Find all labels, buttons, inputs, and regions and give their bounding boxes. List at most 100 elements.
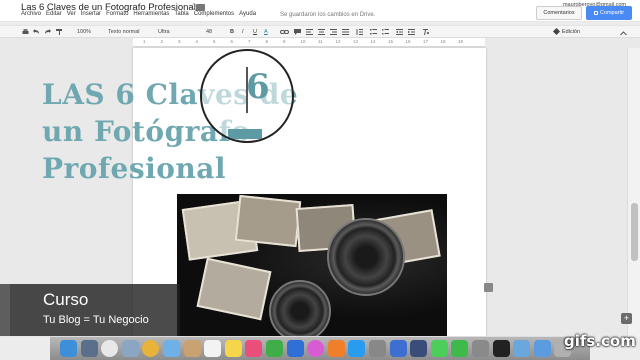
finder-icon[interactable] [60, 340, 77, 357]
appstore-icon[interactable] [348, 340, 366, 357]
facetime-icon[interactable] [451, 340, 469, 357]
underline-icon[interactable]: U [253, 27, 257, 38]
itunes-icon[interactable] [307, 340, 325, 357]
menu-ayuda[interactable]: Ayuda [239, 11, 256, 17]
italic-icon[interactable]: I [242, 27, 244, 38]
lens-large [327, 218, 405, 296]
menu-formato[interactable]: Formato [106, 11, 128, 17]
ibooks-icon[interactable] [327, 340, 345, 357]
text-color-icon[interactable]: A [264, 27, 268, 38]
decrease-indent-icon[interactable] [396, 29, 403, 35]
line-spacing-icon[interactable] [356, 29, 363, 35]
font-size-select[interactable]: 48 [206, 27, 212, 38]
scrollbar[interactable] [627, 48, 640, 337]
ruler-number: 16 [405, 39, 411, 44]
preferences-icon[interactable] [369, 340, 386, 357]
save-status[interactable]: Se guardaron los cambios en Drive. [280, 12, 375, 18]
ruler-number: 8 [265, 39, 269, 44]
justify-icon[interactable] [342, 29, 349, 35]
menu-herramientas[interactable]: Herramientas [133, 11, 169, 17]
undo-icon[interactable] [33, 29, 40, 35]
editing-mode-select[interactable]: Edición [552, 27, 580, 38]
align-right-icon[interactable] [330, 29, 337, 35]
keynote-icon[interactable] [286, 340, 304, 357]
bulleted-list-icon[interactable] [382, 29, 389, 35]
font-select[interactable]: Ultra [158, 27, 170, 38]
watermark: gifs.com [564, 332, 636, 350]
settings-icon[interactable] [472, 340, 489, 357]
launchpad-icon[interactable] [80, 340, 98, 357]
menu-editar[interactable]: Editar [46, 11, 62, 17]
ruler-number: 1 [143, 39, 146, 44]
collapse-icon[interactable] [620, 30, 627, 36]
explore-icon[interactable]: + [621, 313, 632, 324]
ruler-number: 2 [160, 39, 164, 44]
numbers-icon[interactable] [266, 340, 283, 357]
messages-icon[interactable] [430, 340, 448, 357]
increase-indent-icon[interactable] [408, 29, 415, 35]
ruler-number: 10 [300, 39, 306, 44]
menu-list: Archivo Editar Ver Insertar Formato Herr… [21, 11, 256, 17]
overlay-accent [0, 284, 10, 336]
notes-icon[interactable] [224, 340, 242, 357]
quicktime-icon[interactable] [410, 340, 428, 357]
lock-icon [593, 10, 598, 15]
photos-icon[interactable] [245, 340, 263, 357]
rocket-icon[interactable] [121, 340, 139, 357]
comment-icon[interactable] [294, 29, 301, 35]
text-cursor [246, 67, 248, 113]
contacts-icon[interactable] [183, 340, 201, 357]
ruler-number: 6 [230, 39, 234, 44]
headline-line-3[interactable]: Profesional [42, 152, 226, 185]
ruler-number: 15 [388, 39, 394, 44]
ruler[interactable]: 1 2 3 4 5 6 7 8 9 10 11 12 13 14 15 16 17 18 19 [133, 38, 485, 47]
paint-format-icon[interactable] [56, 29, 63, 35]
menu-complementos[interactable]: Complementos [194, 11, 234, 17]
style-select[interactable]: Texto normal [108, 27, 140, 38]
ruler-number: 4 [195, 39, 199, 44]
ruler-number: 17 [423, 39, 429, 44]
numbered-list-icon[interactable] [370, 29, 377, 35]
safari-icon[interactable] [101, 340, 119, 357]
pencil-icon [552, 28, 561, 36]
clear-formatting-icon[interactable] [422, 29, 429, 35]
lens-small [269, 280, 331, 336]
camera-photo[interactable] [177, 194, 447, 336]
course-subtitle: Tu Blog = Tu Negocio [43, 314, 149, 326]
share-label: Compartir [599, 10, 625, 16]
menu-insertar[interactable]: Insertar [81, 11, 101, 17]
share-button[interactable]: Compartir [586, 6, 632, 20]
menu-tabla[interactable]: Tabla [174, 11, 188, 17]
ruler-number: 18 [440, 39, 446, 44]
scrollbar-thumb[interactable] [631, 203, 638, 261]
terminal-icon[interactable] [492, 340, 510, 357]
zoom-select[interactable]: 100% [77, 27, 91, 38]
align-center-icon[interactable] [318, 29, 325, 35]
align-left-icon[interactable] [306, 29, 313, 35]
bold-icon[interactable]: B [230, 27, 234, 38]
screen-icon[interactable] [389, 340, 407, 357]
folder-icon[interactable] [513, 340, 531, 357]
image-options-icon[interactable] [484, 283, 493, 292]
menu-ver[interactable]: Ver [67, 11, 76, 17]
calendar-icon[interactable] [204, 340, 222, 357]
chrome-icon[interactable] [142, 340, 160, 357]
ruler-number: 9 [283, 39, 286, 44]
menu-archivo[interactable]: Archivo [21, 11, 41, 17]
downloads-icon[interactable] [533, 340, 551, 357]
ruler-number: 3 [178, 39, 181, 44]
mail-icon[interactable] [163, 340, 180, 357]
course-overlay [0, 284, 180, 336]
ruler-number: 14 [370, 39, 376, 44]
link-icon[interactable] [280, 29, 289, 35]
ruler-number: 13 [353, 39, 359, 44]
print-icon[interactable] [22, 29, 29, 35]
magnifier: 6 [200, 49, 294, 143]
ruler-number: 19 [458, 39, 464, 44]
redo-icon[interactable] [44, 29, 51, 35]
photo-print [196, 257, 272, 321]
course-title: Curso [43, 290, 89, 309]
comments-button[interactable]: Comentarios [536, 6, 582, 20]
magnified-selection [228, 129, 262, 139]
ruler-number: 11 [318, 39, 323, 44]
